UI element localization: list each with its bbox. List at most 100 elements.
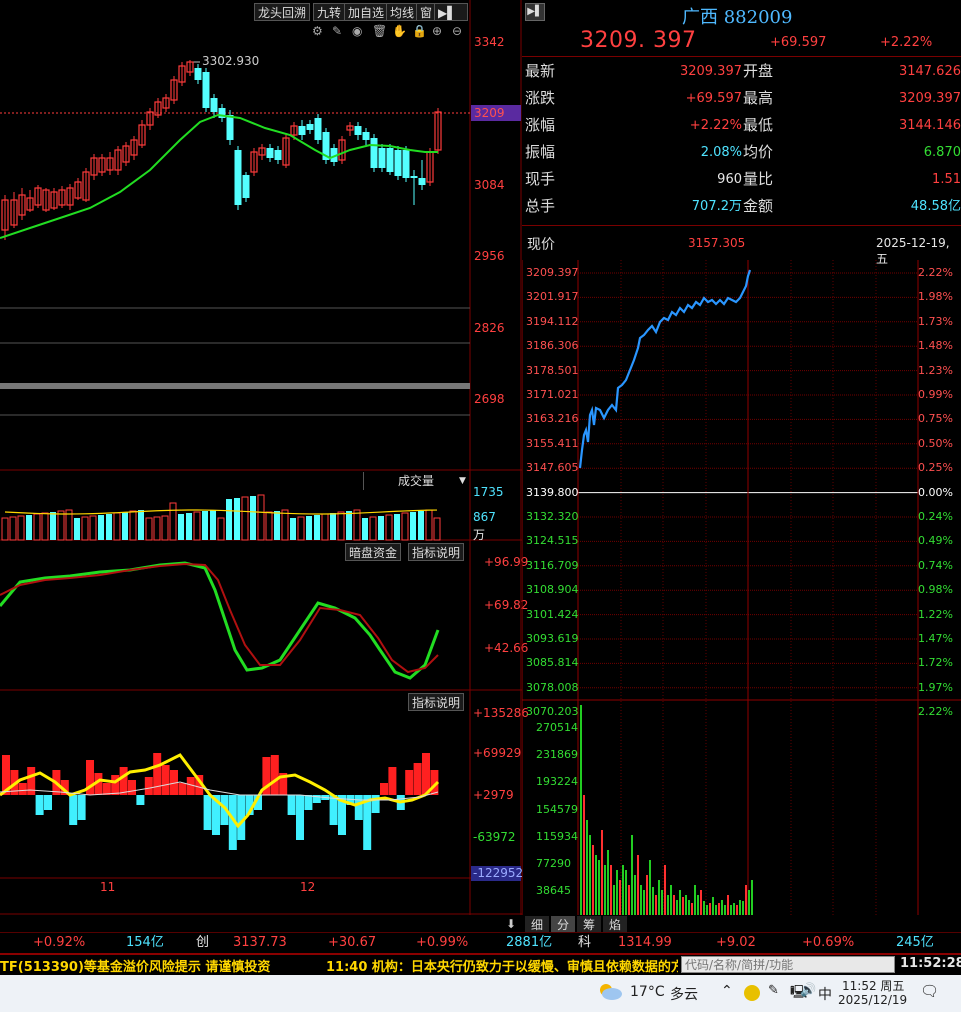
status-pct1: +0.92% [33,935,86,950]
volume-bar-down [410,512,416,540]
ime-indicator[interactable]: 中 [818,984,832,1004]
intraday-price-tick: 3155.411 [526,436,579,450]
volume-bar-up [369,516,377,541]
zoom-in-icon[interactable]: ⊕ [432,24,442,38]
draw-pen-icon[interactable]: ✎ [332,24,342,38]
download-icon[interactable]: ⬇ [506,917,516,931]
intraday-volume-tick: 77290 [536,857,571,870]
index-status-bar[interactable]: +0.92% 154亿 创 3137.73 +30.67 +0.99% 2881… [0,932,961,953]
candle-down [410,176,418,178]
volume-bar-up [17,515,25,541]
intraday-volume-bar [661,890,663,915]
intraday-volume-bar [685,895,687,915]
candle-down [202,72,210,108]
candle-down [234,150,242,205]
volume-bar-up [265,511,273,541]
volume-bar-up [145,517,153,541]
quote-value: +69.597 [685,91,742,106]
intraday-volume-bar [610,865,612,915]
intraday-volume-bar [730,905,732,915]
intraday-price-tick: 3139.800 [526,485,579,499]
jiuzhuan-button[interactable]: 九转 [313,3,346,21]
expand-arrow-button[interactable]: ▶▌ [434,3,468,21]
volume-bar-up [241,496,249,541]
volume-bar-up [297,516,305,541]
volume-bar-up [401,512,409,541]
intraday-price-tick: 3186.306 [526,339,579,353]
quote-label: 最高 [743,89,774,107]
volume-icon[interactable]: 🔊 [800,983,816,998]
lock-icon[interactable]: 🔒 [412,24,427,38]
intraday-volume-bar [592,845,594,915]
intraday-volume-bar [688,900,690,915]
current-price-label: 3209 [474,106,505,120]
pen-icon[interactable]: ✎ [768,983,779,998]
indicator2-bar-up [405,770,414,795]
price-tick: 2698 [474,392,505,406]
indicator2-bar-up [153,753,162,795]
intraday-panel[interactable] [522,260,961,915]
app-tray-icon[interactable] [744,985,760,1001]
intraday-volume-tick: 231869 [536,748,578,762]
candle-down [226,115,234,140]
candle-down [394,150,402,176]
add-watchlist-button[interactable]: 加自选 [344,3,389,21]
cloud-icon[interactable] [597,981,623,1001]
intraday-pct-tick: 1.98% [918,290,953,304]
intraday-price-tick: 3171.021 [526,388,579,401]
board-amt: 2881亿 [506,935,553,950]
longtou-button[interactable]: 龙头回溯 [254,3,311,21]
ma-button[interactable]: 均线 [386,3,419,21]
intraday-price-tick: 3124.515 [526,534,579,548]
intraday-volume-bar [631,835,633,915]
volume-selector[interactable]: 成交量 ▼ [363,472,470,490]
candle-down [306,124,314,130]
kline-chart-svg[interactable] [0,0,522,915]
intraday-volume-bar [664,865,666,915]
intraday-price-tick: 3209.397 [526,266,579,279]
news-item[interactable]: 11:40 机构：日本央行仍致力于以缓慢、审慎且依赖数据的方 [326,956,678,975]
intraday-pct-tick: 0.74% [918,558,953,572]
news-ticker[interactable]: TF(513390)等基金溢价风险提示 请谨慎投资 11:40 机构：日本央行仍… [0,953,961,976]
weather[interactable]: 多云 [670,984,698,1004]
notification-icon[interactable]: 🗨 [920,982,939,1000]
settings-icon[interactable]: ⚙ [312,24,323,38]
board2-change: +9.02 [716,935,756,950]
intraday-price-tick: 3101.424 [526,607,579,621]
indicator2-help-button[interactable]: 指标说明 [408,693,465,711]
indicator1-help-button[interactable]: 指标说明 [408,543,465,561]
news-item[interactable]: TF(513390)等基金溢价风险提示 请谨慎投资 [0,956,270,975]
indicator1-tab[interactable]: 暗盘资金 [345,543,402,561]
indicator2-bar-up [380,783,388,795]
intraday-svg[interactable] [522,260,961,915]
taskbar-time[interactable]: 11:52 周五 [842,977,904,994]
zoom-out-icon[interactable]: ⊖ [452,24,462,38]
volume-bar-down [138,510,144,540]
hand-icon[interactable]: ✋ [392,24,407,38]
candle-down [314,118,322,140]
intraday-volume-bar [649,860,651,915]
candle-down [242,175,250,198]
intraday-volume-bar [673,895,675,915]
panel-toggle-icon[interactable]: ▶▌ [525,3,545,21]
trash-icon[interactable]: 🗑 [372,24,387,38]
kline-panel[interactable]: 龙头回溯 九转 加自选 均线 窗 ▶▌ ⚙ ✎ ◉ 🗑 ✋ 🔒 ⊕ ⊖ 3302… [0,0,529,931]
indicator2-bar-up [119,767,128,795]
intraday-volume-bar [625,870,627,915]
taskbar-date[interactable]: 2025/12/19 [838,993,907,1007]
intraday-volume-bar [697,895,699,915]
intraday-volume-tick: 270514 [536,721,578,734]
intraday-volume-bar [586,820,588,915]
clock: 11:52:28 [900,956,961,971]
volume-bar-down [186,513,192,540]
volume-selector-label: 成交量 [398,474,435,488]
quote-label: 现手 [525,170,556,188]
window-button[interactable]: 窗 [416,3,437,21]
indicator2-bar-down [136,795,145,805]
intraday-volume-bar [724,905,726,915]
volume-bar-down [74,518,80,540]
search-input[interactable] [681,956,895,973]
eye-icon[interactable]: ◉ [352,24,362,38]
chevron-up-icon[interactable]: ⌃ [721,983,733,999]
temperature[interactable]: 17°C [630,984,665,1000]
